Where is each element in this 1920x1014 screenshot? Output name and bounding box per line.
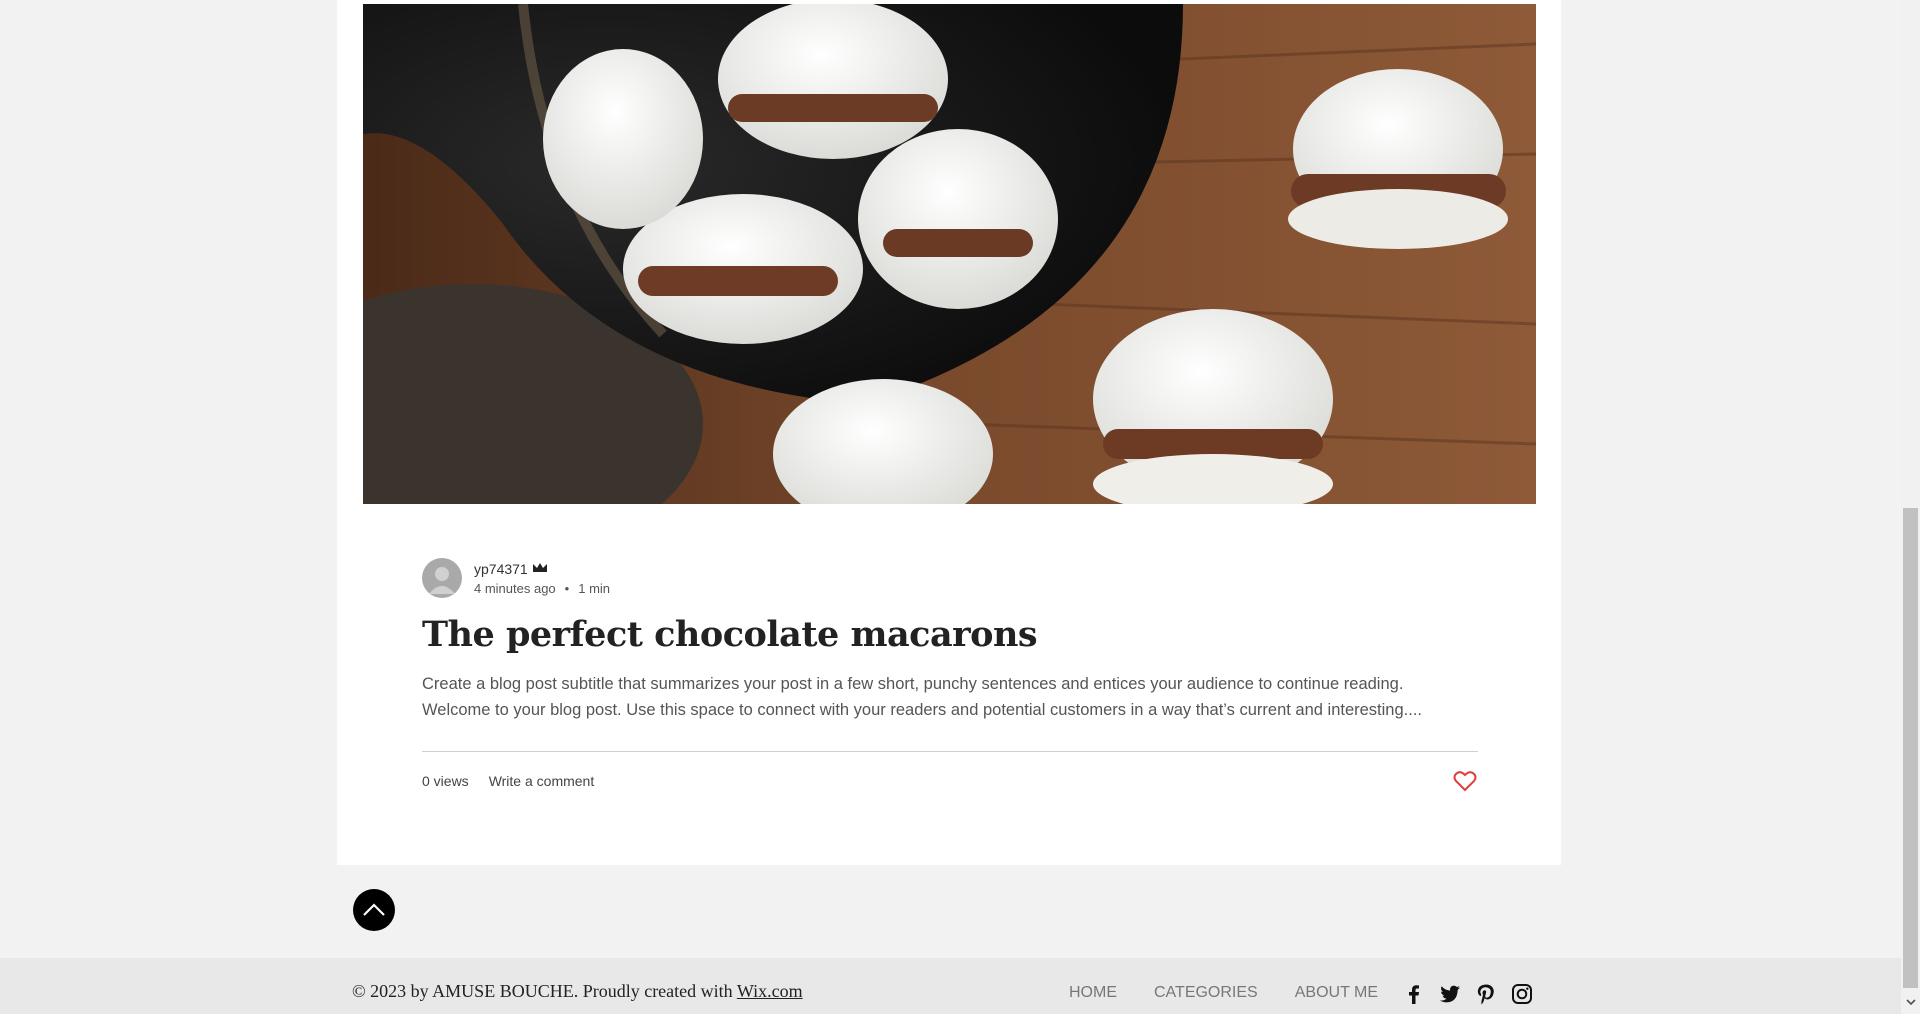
post-cover-image[interactable] [363, 4, 1536, 504]
post-excerpt[interactable]: Create a blog post subtitle that summari… [422, 671, 1482, 723]
footer-nav: HOME CATEGORIES ABOUT ME [1069, 984, 1378, 1002]
scrollbar-thumb[interactable] [1903, 508, 1918, 988]
post-time: 4 minutes ago [474, 581, 556, 596]
post-stats: 0 views Write a comment [422, 773, 594, 789]
footer-nav-home[interactable]: HOME [1069, 984, 1117, 1002]
copyright-text: © 2023 by AMUSE BOUCHE. Proudly created … [352, 981, 803, 1002]
read-time: 1 min [578, 581, 611, 596]
scroll-down-arrow-icon[interactable] [1905, 996, 1917, 1008]
chevron-up-icon [363, 903, 385, 916]
pinterest-icon[interactable] [1475, 983, 1497, 1005]
back-to-top-button[interactable] [353, 889, 395, 931]
macarons-photo [363, 4, 1536, 504]
post-meta: 4 minutes ago • 1 min [474, 581, 610, 596]
meta-separator: • [564, 581, 570, 596]
author-info: yp74371 [474, 561, 548, 577]
write-comment-link[interactable]: Write a comment [489, 773, 595, 789]
social-links [1403, 983, 1533, 1005]
facebook-icon[interactable] [1403, 983, 1425, 1005]
site-footer [0, 958, 1901, 1014]
author-name[interactable]: yp74371 [474, 561, 528, 577]
instagram-icon[interactable] [1511, 983, 1533, 1005]
user-silhouette-icon [429, 567, 455, 594]
twitter-icon[interactable] [1439, 983, 1461, 1005]
wix-link[interactable]: Wix.com [737, 981, 803, 1001]
like-button[interactable] [1453, 770, 1477, 792]
author-avatar[interactable] [422, 558, 462, 598]
footer-nav-about-me[interactable]: ABOUT ME [1295, 984, 1378, 1002]
excerpt-line: Create a blog post subtitle that summari… [422, 675, 1404, 693]
copyright-label: © 2023 by AMUSE BOUCHE. Proudly created … [352, 981, 733, 1001]
excerpt-line: Welcome to your blog post. Use this spac… [422, 701, 1422, 719]
scrollbar[interactable] [1901, 0, 1920, 1014]
footer-nav-categories[interactable]: CATEGORIES [1154, 984, 1258, 1002]
post-title[interactable]: The perfect chocolate macarons [422, 614, 1038, 655]
crown-icon [532, 561, 548, 577]
divider [422, 751, 1478, 752]
views-count: 0 views [422, 773, 469, 789]
heart-icon [1453, 771, 1477, 792]
